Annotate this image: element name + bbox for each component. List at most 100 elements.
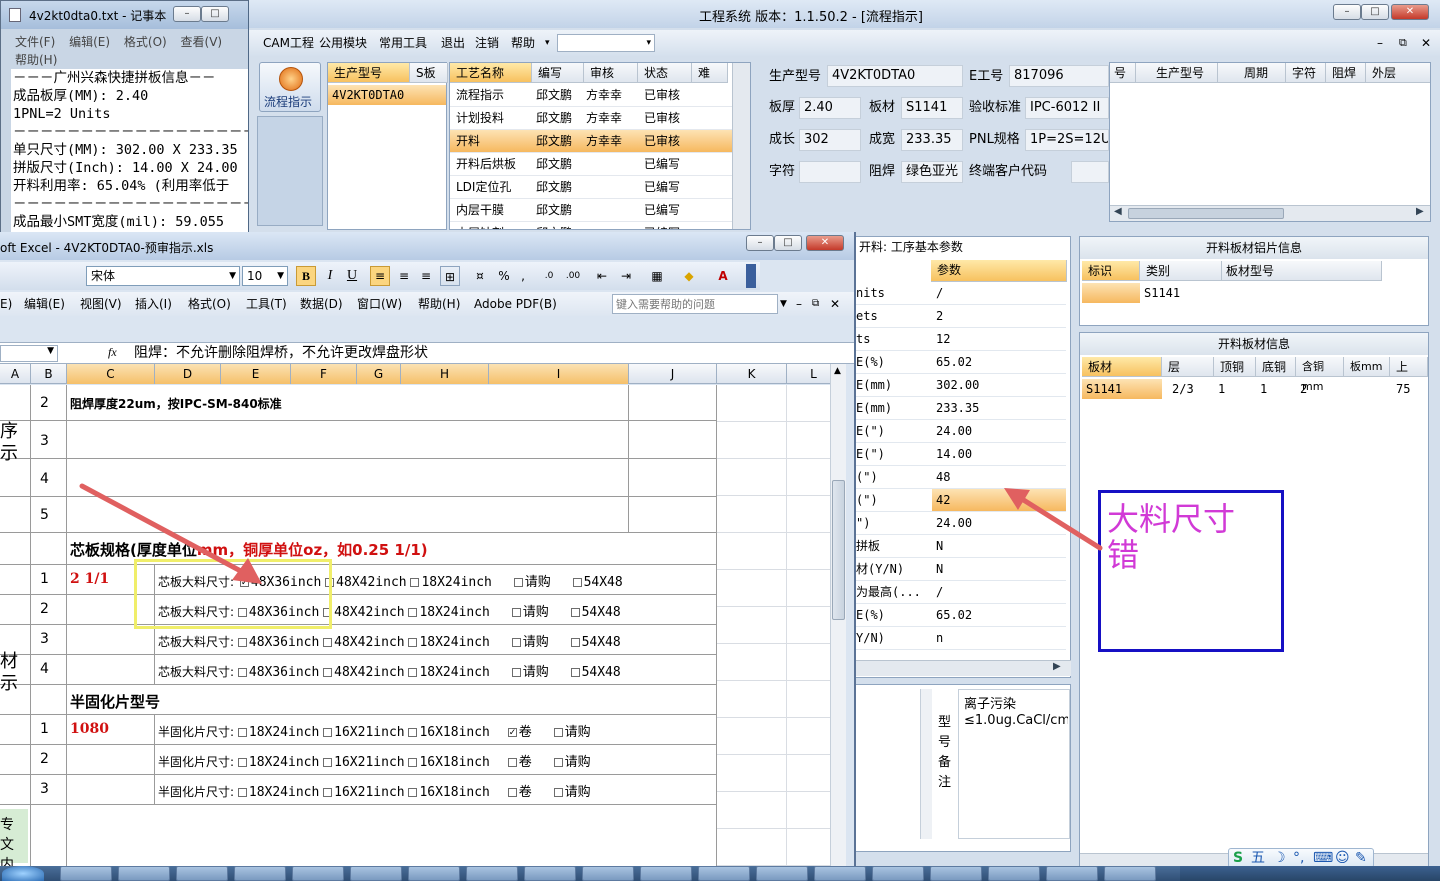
excel-menu-view[interactable]: 视图(V) (80, 292, 122, 316)
field-thickness[interactable]: 2.40 (799, 97, 861, 119)
cam-menu-logout[interactable]: 注销 (475, 30, 499, 56)
cam-mdi-restore[interactable]: ⧉ (1399, 30, 1407, 56)
checkbox-purchase[interactable] (511, 608, 521, 617)
cam-menu-help[interactable]: 帮助 (511, 30, 535, 56)
sheet-header-bottom-copper[interactable]: 底铜 (1256, 357, 1296, 377)
order-grid-header-model[interactable]: 生产型号 (328, 63, 410, 83)
taskbar-item[interactable] (698, 866, 750, 881)
checkbox-54x48[interactable] (570, 638, 580, 647)
col-header-a[interactable]: A (0, 364, 30, 384)
checkbox-16x18[interactable] (408, 758, 418, 767)
taskbar-item[interactable] (988, 866, 1040, 881)
taskbar-item[interactable] (176, 866, 228, 881)
formula-input[interactable]: 阻焊：不允许删除阻焊桥，不允许更改焊盘形状 (134, 344, 428, 363)
checkbox-18x24[interactable] (408, 608, 418, 617)
history-grid-header[interactable]: 号 (1110, 63, 1136, 83)
col-header-f[interactable]: F (290, 364, 356, 384)
notepad-menu-file[interactable]: 文件(F) (15, 35, 55, 49)
taskbar-item[interactable] (930, 866, 982, 881)
increase-decimal-icon[interactable]: .0 (538, 266, 560, 286)
checkbox-48x42[interactable] (323, 668, 333, 677)
font-color-icon[interactable]: A (712, 266, 734, 286)
excel-vscroll-thumb[interactable] (832, 480, 845, 620)
checkbox-18x24[interactable] (237, 758, 247, 767)
cam-combo[interactable]: ▾ (557, 34, 655, 52)
notepad-menu-help[interactable]: 帮助(H) (15, 53, 57, 67)
history-grid-header[interactable]: 外层 (1366, 63, 1430, 83)
checkbox-roll[interactable] (507, 758, 517, 767)
underline-button[interactable]: U (342, 266, 362, 286)
checkbox-48x42[interactable] (323, 638, 333, 647)
aluminum-row-mark[interactable] (1082, 283, 1140, 303)
col-header-e[interactable]: E (220, 364, 290, 384)
checkbox-48x36[interactable] (237, 668, 247, 677)
checkbox-purchase[interactable] (553, 758, 563, 767)
taskbar-item[interactable] (234, 866, 286, 881)
cam-menu-cam[interactable]: CAM工程 (263, 30, 314, 56)
font-size-select[interactable]: 10 ▼ (242, 266, 288, 286)
cutting-param-row[interactable]: 材(Y/N) N (856, 558, 1066, 581)
col-header-k[interactable]: K (716, 364, 786, 384)
name-box[interactable]: ▼ (0, 345, 58, 362)
process-grid-header-review[interactable]: 审核 (584, 63, 638, 83)
cutting-param-row[interactable]: 为最高(... / (856, 581, 1066, 604)
col-header-c[interactable]: C (66, 364, 154, 384)
process-nav-button[interactable]: 流程指示 (259, 62, 321, 112)
checkbox-18x24[interactable] (410, 578, 420, 587)
chevron-left-icon[interactable]: ◀ (1114, 206, 1122, 217)
field-customer-code[interactable] (1071, 161, 1109, 183)
ime-toolbar[interactable]: S 五 ☽ °, ⌨ ☺ ✎ (1228, 848, 1374, 868)
process-grid-header-status[interactable]: 状态 (638, 63, 692, 83)
worksheet[interactable]: 2 阻焊厚度22um，按IPC-SM-840标准 3 4 5 序示 芯板规格(厚… (0, 385, 830, 881)
field-prod-model[interactable]: 4V2KT0DTA0 (827, 65, 963, 87)
percent-icon[interactable]: % (494, 266, 514, 286)
process-grid-header-diff[interactable]: 难 (692, 63, 728, 83)
checkbox-roll-checked[interactable]: ✓ (507, 728, 517, 738)
excel-menu-insert[interactable]: 插入(I) (135, 292, 172, 316)
taskbar-item[interactable] (408, 866, 460, 881)
checkbox-16x21[interactable] (323, 758, 333, 767)
taskbar-item[interactable] (524, 866, 576, 881)
cutting-params-hscrollbar[interactable]: ▶ (849, 660, 1071, 676)
notepad-menu-edit[interactable]: 编辑(E) (69, 35, 110, 49)
excel-menu-help[interactable]: 帮助(H) (418, 292, 460, 316)
italic-button[interactable]: I (320, 266, 340, 286)
sheet-header-material[interactable]: 板材 (1082, 357, 1162, 377)
checkbox-54x48[interactable] (572, 578, 582, 587)
cutting-param-row[interactable]: ets 2 (856, 305, 1066, 328)
checkbox-16x18[interactable] (408, 728, 418, 737)
notepad-menu-format[interactable]: 格式(O) (124, 35, 167, 49)
prepreg-first-value[interactable]: 1080 (70, 721, 109, 737)
cutting-param-row[interactable]: E(mm) 233.35 (856, 397, 1066, 420)
field-silkscreen[interactable] (799, 161, 861, 183)
aluminum-row-type[interactable]: S1141 (1144, 283, 1180, 303)
cutting-param-row[interactable]: E(mm) 302.00 (856, 374, 1066, 397)
excel-menu-tools[interactable]: 工具(T) (246, 292, 287, 316)
decrease-decimal-icon[interactable]: .00 (562, 266, 584, 286)
checkbox-48x36[interactable] (237, 638, 247, 647)
table-row[interactable]: 流程指示 邱文鹏 方幸幸 已审核 (450, 84, 732, 107)
excel-menu-data[interactable]: 数据(D) (300, 292, 343, 316)
checkbox-roll[interactable] (507, 788, 517, 797)
taskbar-item[interactable] (872, 866, 924, 881)
process-grid-header-name[interactable]: 工艺名称 (450, 63, 532, 83)
help-search-input[interactable] (612, 294, 778, 314)
excel-doc-close[interactable]: ✕ (830, 292, 840, 316)
excel-menu-window[interactable]: 窗口(W) (357, 292, 402, 316)
col-header-h[interactable]: H (400, 364, 488, 384)
toolbar-options-icon[interactable] (746, 264, 756, 288)
col-header-j[interactable]: J (628, 364, 716, 384)
notepad-minimize-button[interactable]: – (173, 6, 201, 22)
excel-vscrollbar[interactable]: ▲ (830, 364, 846, 881)
cutting-param-header[interactable]: 参数 (931, 260, 1067, 282)
col-header-d[interactable]: D (154, 364, 220, 384)
cam-mdi-close[interactable]: ✕ (1421, 30, 1431, 56)
checkbox-purchase[interactable] (553, 788, 563, 797)
field-standard[interactable]: IPC-6012 II (1025, 97, 1109, 119)
decrease-indent-icon[interactable]: ⇤ (592, 266, 612, 286)
checkbox-purchase[interactable] (513, 578, 523, 587)
cell-c2[interactable]: 阻焊厚度22um，按IPC-SM-840标准 (70, 395, 282, 412)
fill-color-icon[interactable]: ◆ (678, 266, 700, 286)
chevron-down-icon[interactable]: ▾ (545, 30, 550, 56)
field-material[interactable]: S1141 (901, 97, 963, 119)
